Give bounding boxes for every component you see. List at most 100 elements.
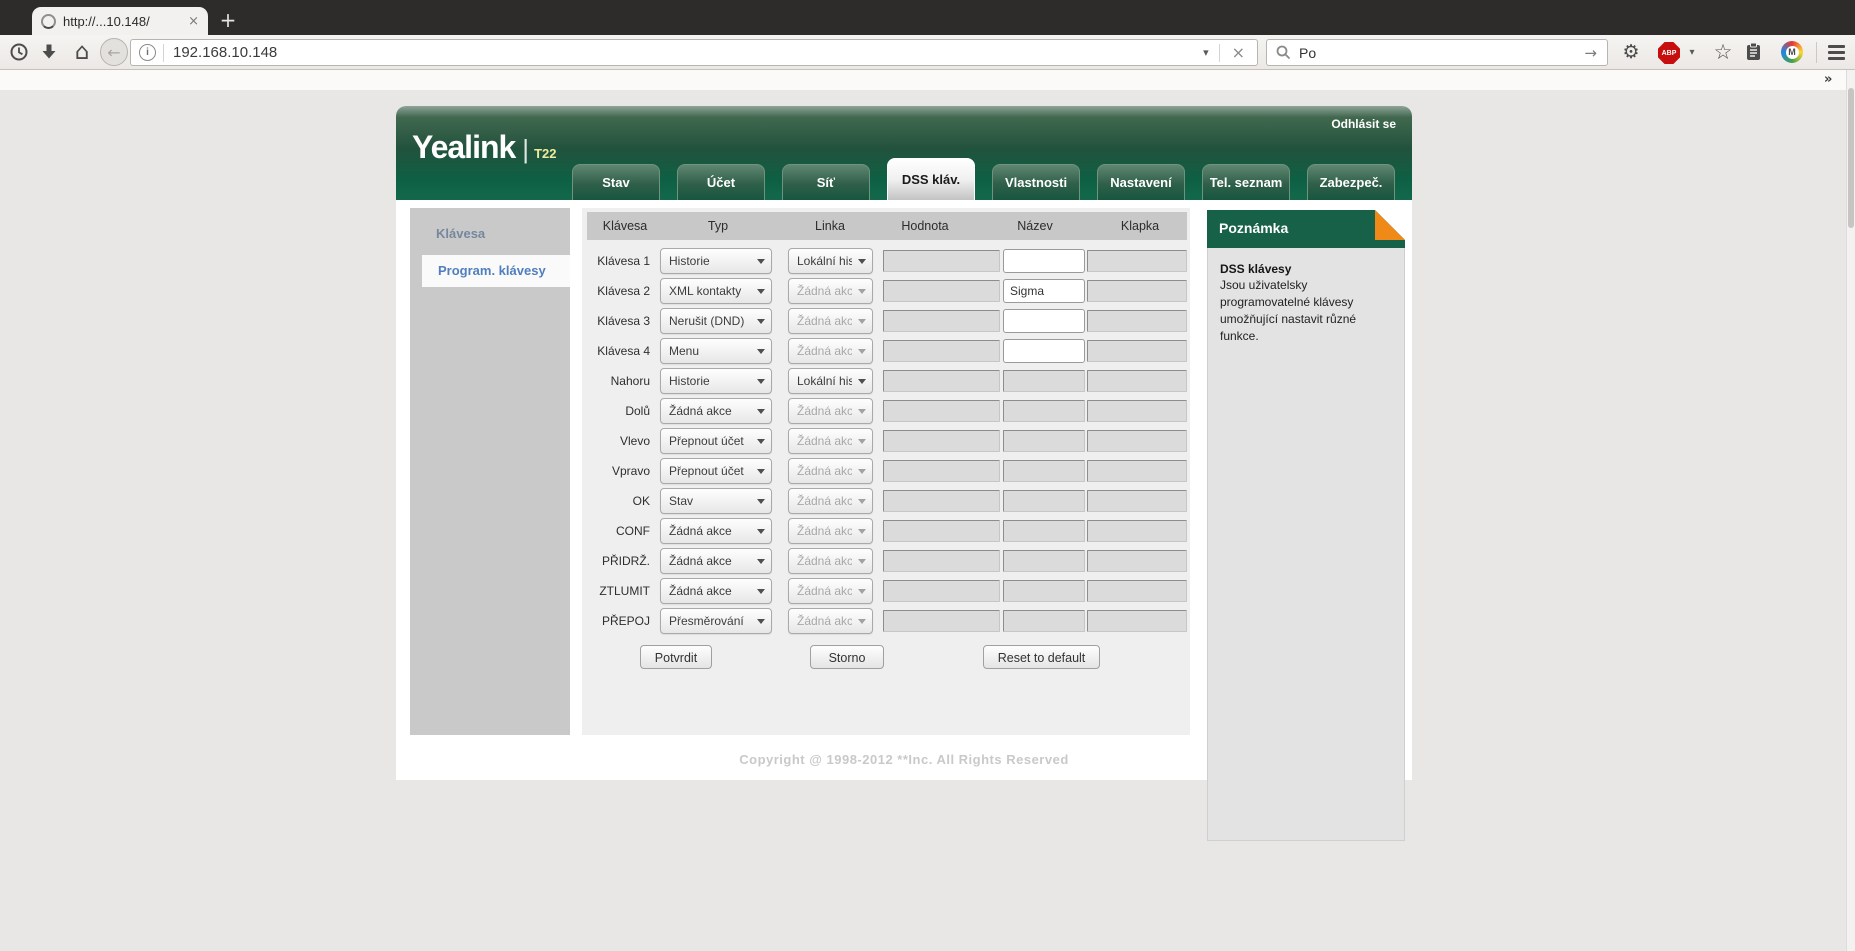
gear-icon[interactable]: ⚙: [1618, 35, 1644, 69]
linka-select[interactable]: Lokální hist: [788, 368, 873, 394]
nazev-input[interactable]: [1003, 339, 1085, 363]
chevron-down-icon: [751, 609, 771, 633]
home-icon[interactable]: ⌂: [68, 35, 96, 69]
linka-select-value: Žádná akce: [789, 434, 852, 448]
history-clock-icon[interactable]: [6, 35, 32, 69]
nav-tabs: Stav Účet Síť DSS kláv. Vlastnosti Nastavení T…: [572, 158, 1395, 200]
key-label: OK: [582, 494, 650, 508]
hodnota-input: [883, 400, 1000, 422]
hodnota-input: [883, 370, 1000, 392]
url-history-dropdown-icon[interactable]: ▾: [1193, 46, 1219, 59]
hodnota-input: [883, 460, 1000, 482]
chevron-down-icon: [852, 579, 872, 603]
logout-link[interactable]: Odhlásit se: [1331, 117, 1396, 131]
clipboard-icon[interactable]: [1740, 35, 1766, 69]
nazev-input: [1003, 490, 1085, 512]
overflow-chevrons-icon[interactable]: »: [1824, 72, 1832, 87]
hodnota-input: [883, 610, 1000, 632]
tab-et[interactable]: Účet: [677, 164, 765, 200]
nazev-input: [1003, 400, 1085, 422]
tab-label: Vlastnosti: [1005, 175, 1067, 190]
browser-tab-bar: http://...10.148/ × +: [0, 0, 1855, 35]
adblock-icon[interactable]: ABP: [1658, 42, 1680, 64]
nazev-input[interactable]: [1003, 279, 1085, 303]
linka-select: Žádná akce: [788, 398, 873, 424]
stop-icon[interactable]: ×: [1220, 43, 1257, 62]
nazev-input: [1003, 520, 1085, 542]
search-input[interactable]: Po →: [1266, 39, 1608, 66]
chevron-down-icon: [751, 369, 771, 393]
confirm-button[interactable]: Potvrdit: [640, 645, 712, 669]
extension-m-icon[interactable]: M: [1781, 41, 1803, 63]
typ-select[interactable]: Přepnout účet: [660, 428, 772, 454]
tab-label: DSS kláv.: [902, 172, 960, 187]
typ-select[interactable]: Stav: [660, 488, 772, 514]
hodnota-input: [883, 580, 1000, 602]
typ-select[interactable]: Historie: [660, 368, 772, 394]
new-tab-button[interactable]: +: [213, 8, 243, 33]
typ-select[interactable]: Žádná akce: [660, 518, 772, 544]
tab-label: Tel. seznam: [1210, 175, 1283, 190]
linka-select-value: Žádná akce: [789, 584, 852, 598]
tab-close-icon[interactable]: ×: [188, 14, 199, 29]
tab-label: Účet: [707, 175, 735, 190]
scrollbar-thumb[interactable]: [1848, 88, 1854, 228]
chevron-down-icon: [852, 249, 872, 273]
menu-hamburger-icon[interactable]: [1822, 35, 1850, 69]
cancel-button[interactable]: Storno: [810, 645, 884, 669]
table-row-vpravo: VpravoPřepnout účetŽádná akce: [582, 456, 1190, 486]
tab-zabezpe[interactable]: Zabezpeč.: [1307, 164, 1395, 200]
tab-nastaven[interactable]: Nastavení: [1097, 164, 1185, 200]
tab-tel-seznam[interactable]: Tel. seznam: [1202, 164, 1290, 200]
nazev-input[interactable]: [1003, 309, 1085, 333]
tab-s[interactable]: Síť: [782, 164, 870, 200]
downloads-icon[interactable]: [36, 35, 62, 69]
hodnota-input: [883, 550, 1000, 572]
key-label: PŘEPOJ: [582, 614, 650, 628]
url-input[interactable]: i 192.168.10.148 ▾ ×: [130, 39, 1258, 66]
tab-stav[interactable]: Stav: [572, 164, 660, 200]
brand-name: Yealink: [412, 130, 515, 164]
table-row-kl-vesa-4: Klávesa 4MenuŽádná akce: [582, 336, 1190, 366]
typ-select[interactable]: Menu: [660, 338, 772, 364]
reset-default-button[interactable]: Reset to default: [983, 645, 1100, 669]
linka-select-value: Žádná akce: [789, 404, 852, 418]
typ-select[interactable]: Žádná akce: [660, 578, 772, 604]
site-info-icon[interactable]: i: [139, 44, 156, 61]
sidebar-item-program-klavesy[interactable]: Program. klávesy: [422, 255, 570, 287]
typ-select[interactable]: Žádná akce: [660, 548, 772, 574]
typ-select[interactable]: Nerušit (DND): [660, 308, 772, 334]
linka-select[interactable]: Lokální hist: [788, 248, 873, 274]
search-value: Po: [1299, 45, 1574, 61]
hodnota-input: [883, 310, 1000, 332]
bookmark-star-icon[interactable]: ☆: [1710, 35, 1736, 69]
yealink-logo: Yealink | T22: [412, 130, 556, 164]
note-header: Poznámka: [1207, 210, 1405, 248]
typ-select[interactable]: XML kontakty: [660, 278, 772, 304]
tab-label: Síť: [817, 175, 836, 190]
klapka-input: [1087, 370, 1187, 392]
chevron-down-icon: [751, 279, 771, 303]
linka-select-value: Žádná akce: [789, 554, 852, 568]
search-go-icon[interactable]: →: [1574, 44, 1607, 62]
chevron-down-icon: [751, 489, 771, 513]
tab-dss-kl-v[interactable]: DSS kláv.: [887, 158, 975, 200]
chevron-down-icon: [852, 279, 872, 303]
typ-select[interactable]: Přepnout účet: [660, 458, 772, 484]
typ-select[interactable]: Přesměrování: [660, 608, 772, 634]
chevron-down-icon: [852, 459, 872, 483]
back-icon[interactable]: ←: [100, 38, 128, 66]
site-favicon-icon: [41, 14, 56, 29]
nazev-input[interactable]: [1003, 249, 1085, 273]
typ-select[interactable]: Žádná akce: [660, 398, 772, 424]
adblock-dropdown-icon[interactable]: ▾: [1684, 35, 1700, 69]
browser-tab[interactable]: http://...10.148/ ×: [32, 7, 208, 35]
klapka-input: [1087, 400, 1187, 422]
typ-select-value: Stav: [661, 494, 751, 508]
linka-select-value: Žádná akce: [789, 464, 852, 478]
chevron-down-icon: [751, 339, 771, 363]
klapka-input: [1087, 310, 1187, 332]
page-scrollbar[interactable]: [1846, 70, 1855, 951]
typ-select[interactable]: Historie: [660, 248, 772, 274]
tab-vlastnosti[interactable]: Vlastnosti: [992, 164, 1080, 200]
